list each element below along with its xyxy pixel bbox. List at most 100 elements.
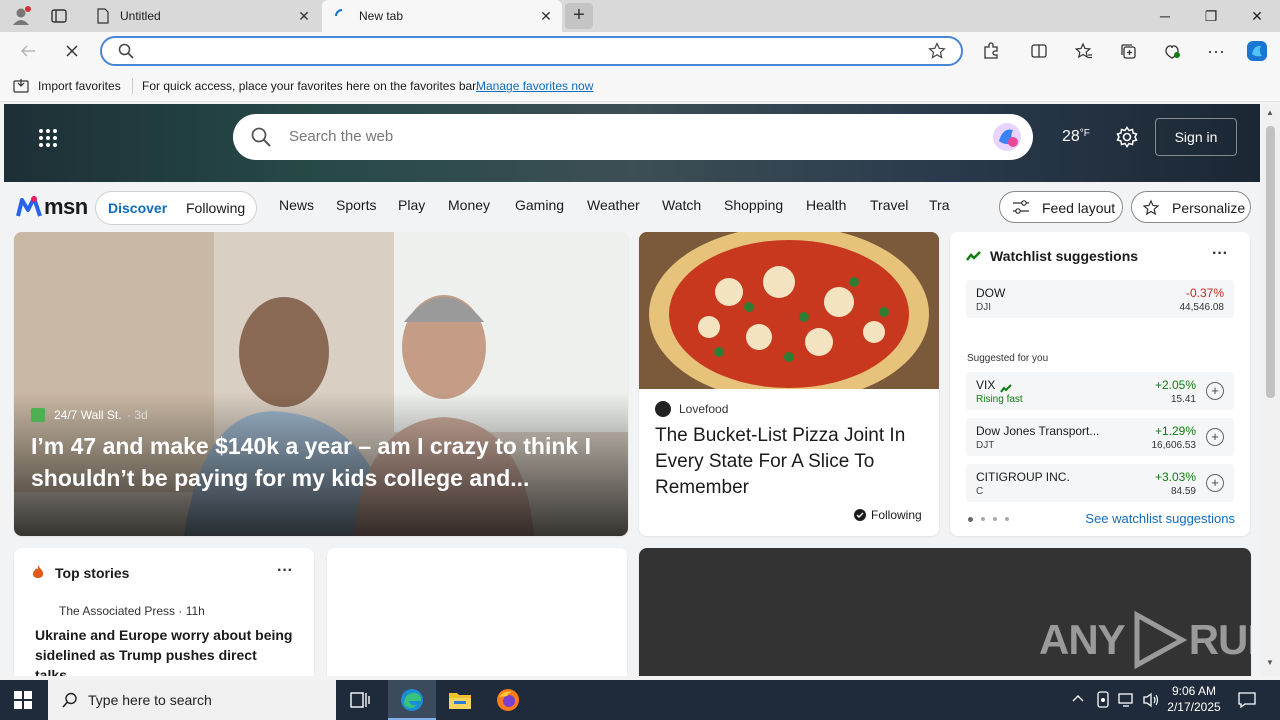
- top-stories-card: Top stories ··· The Associated Press · 1…: [14, 548, 314, 676]
- nav-gaming[interactable]: Gaming: [515, 197, 564, 213]
- tab-untitled[interactable]: Untitled ✕: [84, 0, 320, 32]
- scroll-down-arrow-icon[interactable]: ▼: [1266, 658, 1274, 667]
- sign-in-button[interactable]: Sign in: [1155, 118, 1237, 156]
- nav-traffic[interactable]: Tra: [929, 197, 951, 213]
- profile-avatar-icon[interactable]: [10, 5, 32, 27]
- carousel-dots[interactable]: [968, 517, 1018, 523]
- feed-layout-button[interactable]: Feed layout: [999, 191, 1123, 223]
- sparkle-star-icon: [1142, 199, 1161, 222]
- nav-money[interactable]: Money: [448, 197, 490, 213]
- nav-play[interactable]: Play: [398, 197, 425, 213]
- firefox-icon[interactable]: [496, 688, 520, 717]
- taskbar-search-placeholder: Type here to search: [88, 692, 212, 708]
- favorites-icon[interactable]: [1072, 39, 1096, 63]
- clock-time: 9:06 AM: [1171, 684, 1217, 698]
- tab-title: New tab: [359, 9, 404, 23]
- network-icon[interactable]: [1118, 692, 1136, 713]
- watchlist-card: Watchlist suggestions ··· DOW DJI -0.37%…: [950, 232, 1250, 536]
- file-explorer-icon[interactable]: [448, 689, 472, 716]
- stop-loading-icon[interactable]: [60, 39, 84, 63]
- msn-page: Search the web 28°F Sign in msn Discover…: [4, 104, 1260, 676]
- story-headline[interactable]: Ukraine and Europe worry about being sid…: [35, 625, 299, 676]
- stock-chart-icon: [966, 249, 982, 267]
- favorites-bar-message: For quick access, place your favorites h…: [142, 79, 479, 93]
- tab-title: Untitled: [120, 9, 161, 23]
- web-search-box[interactable]: Search the web: [233, 114, 1033, 160]
- back-arrow-icon[interactable]: [16, 39, 40, 63]
- taskbar-search-box[interactable]: Type here to search: [48, 680, 336, 720]
- personalize-button[interactable]: Personalize: [1131, 191, 1251, 223]
- story-headline[interactable]: I’m 47 and make $140k a year – am I craz…: [31, 430, 617, 494]
- watchlist-row-dow[interactable]: DOW DJI -0.37% 44,546.08: [966, 280, 1234, 318]
- add-to-watchlist-button[interactable]: +: [1206, 382, 1224, 400]
- nav-weather[interactable]: Weather: [587, 197, 640, 213]
- close-tab-icon[interactable]: ✕: [296, 8, 312, 24]
- import-favorites-button[interactable]: Import favorites: [38, 79, 121, 93]
- copilot-icon[interactable]: [1245, 39, 1269, 63]
- nav-travel[interactable]: Travel: [870, 197, 908, 213]
- story-headline[interactable]: The Bucket-List Pizza Joint In Every Sta…: [655, 423, 927, 501]
- pizza-story-card[interactable]: Lovefood The Bucket-List Pizza Joint In …: [639, 232, 939, 536]
- windows-start-icon[interactable]: [14, 691, 32, 714]
- sliders-icon: [1012, 199, 1030, 220]
- watchlist-title: Watchlist suggestions: [990, 248, 1139, 264]
- close-window-button[interactable]: ✕: [1234, 0, 1280, 32]
- task-view-icon[interactable]: [350, 691, 370, 714]
- app-launcher-icon[interactable]: [38, 128, 58, 148]
- browser-essentials-icon[interactable]: [1160, 39, 1184, 63]
- anyrun-watermark: ANY RUN: [1039, 610, 1251, 670]
- nav-news[interactable]: News: [279, 197, 314, 213]
- volume-icon[interactable]: [1142, 692, 1160, 713]
- show-hidden-icons-chevron-icon[interactable]: [1071, 692, 1085, 711]
- tab-strip: Untitled ✕ New tab ✕ + ─ ❐ ✕: [0, 0, 1280, 32]
- close-tab-icon[interactable]: ✕: [538, 8, 554, 24]
- video-card[interactable]: ANY RUN: [639, 548, 1251, 676]
- collections-icon[interactable]: [1116, 39, 1140, 63]
- story-image: [639, 232, 939, 402]
- watchlist-row-citigroup[interactable]: CITIGROUP INC. C +3.03% 84.59 +: [966, 464, 1234, 502]
- see-watchlist-link[interactable]: See watchlist suggestions: [1085, 511, 1235, 526]
- story-source[interactable]: The Associated Press · 11h: [59, 604, 205, 618]
- watchlist-more-icon[interactable]: ···: [1212, 245, 1228, 263]
- address-bar[interactable]: [100, 36, 963, 66]
- placeholder-card: [327, 548, 627, 676]
- msn-logo[interactable]: msn: [16, 194, 88, 220]
- hero-story-card[interactable]: 24/7 Wall St. · 3d I’m 47 and make $140k…: [14, 232, 628, 536]
- divider: [132, 78, 133, 94]
- watchlist-row-vix[interactable]: VIX Rising fast +2.05% 15.41 +: [966, 372, 1234, 410]
- nav-sports[interactable]: Sports: [336, 197, 376, 213]
- nav-health[interactable]: Health: [806, 197, 846, 213]
- favorite-star-icon[interactable]: [928, 42, 946, 65]
- more-menu-icon[interactable]: ···: [1204, 39, 1228, 63]
- clock[interactable]: 9:06 AM 2/17/2025: [1166, 683, 1222, 715]
- edge-taskbar-button[interactable]: [388, 680, 436, 720]
- nav-shopping[interactable]: Shopping: [724, 197, 783, 213]
- manage-favorites-link[interactable]: Manage favorites now: [476, 79, 593, 93]
- import-favorites-icon[interactable]: [13, 78, 31, 97]
- weather-temperature[interactable]: 28°F: [1062, 128, 1090, 146]
- restore-button[interactable]: ❐: [1188, 0, 1234, 32]
- copilot-search-icon[interactable]: [991, 121, 1023, 158]
- extensions-icon[interactable]: [979, 39, 1003, 63]
- settings-gear-icon[interactable]: [1116, 126, 1138, 153]
- watchlist-row-djt[interactable]: Dow Jones Transport... DJT +1.29% 16,606…: [966, 418, 1234, 456]
- new-tab-button[interactable]: +: [565, 3, 593, 29]
- minimize-button[interactable]: ─: [1142, 0, 1188, 32]
- top-stories-more-icon[interactable]: ···: [277, 562, 293, 580]
- notifications-icon[interactable]: [1238, 691, 1256, 714]
- tab-discover[interactable]: Discover: [108, 200, 167, 216]
- split-screen-icon[interactable]: [1027, 39, 1051, 63]
- story-source[interactable]: 24/7 Wall St.: [54, 408, 122, 422]
- nav-watch[interactable]: Watch: [662, 197, 701, 213]
- following-label[interactable]: Following: [871, 508, 922, 522]
- scroll-up-arrow-icon[interactable]: ▲: [1266, 108, 1274, 117]
- add-to-watchlist-button[interactable]: +: [1206, 474, 1224, 492]
- tab-following[interactable]: Following: [186, 200, 245, 216]
- add-to-watchlist-button[interactable]: +: [1206, 428, 1224, 446]
- tray-device-icon[interactable]: [1095, 691, 1111, 714]
- page-scrollbar[interactable]: ▲ ▼: [1262, 104, 1280, 676]
- tab-actions-icon[interactable]: [50, 7, 70, 25]
- scroll-thumb[interactable]: [1266, 126, 1275, 398]
- story-source[interactable]: Lovefood: [679, 402, 728, 416]
- tab-new-tab[interactable]: New tab ✕: [322, 0, 562, 32]
